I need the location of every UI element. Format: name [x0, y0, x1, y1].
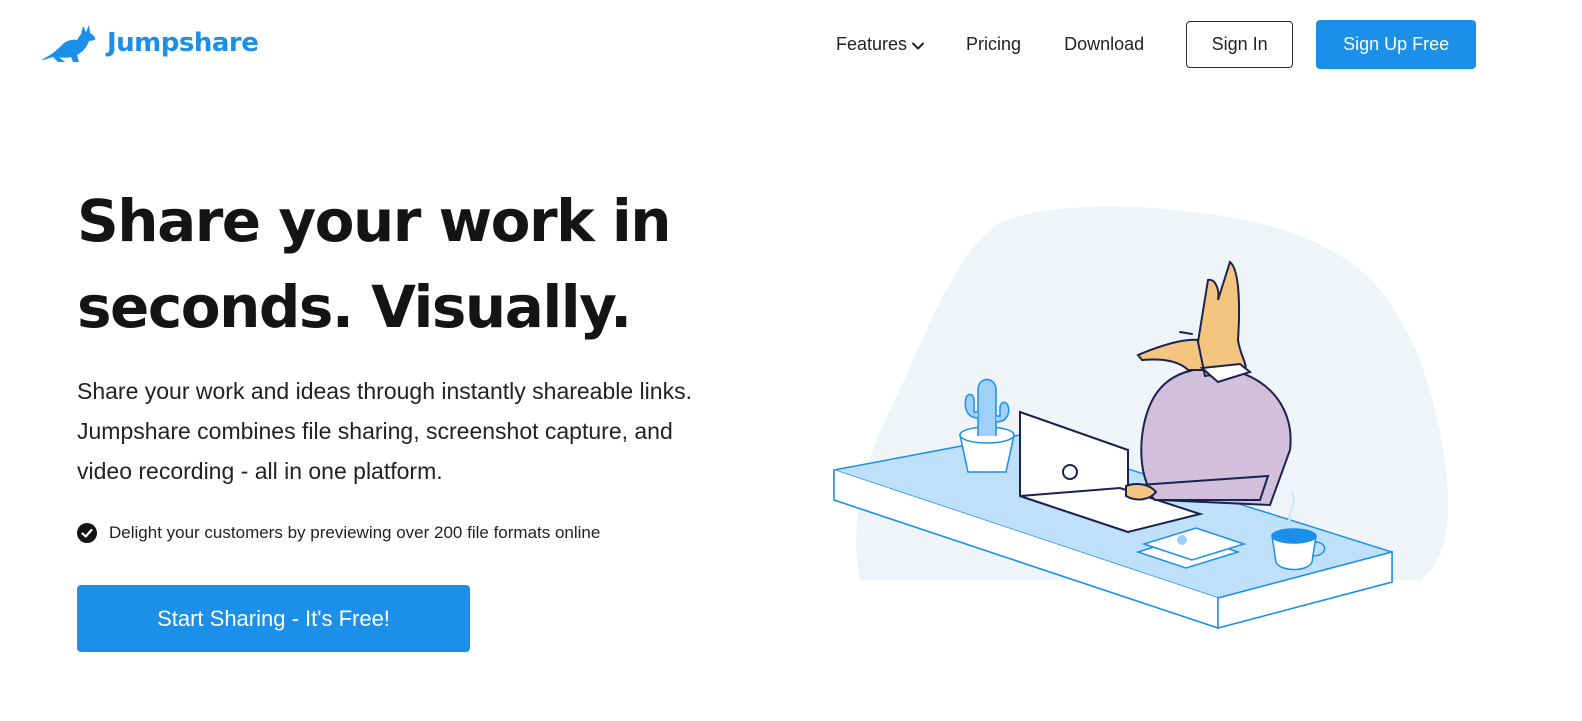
sign-in-button[interactable]: Sign In — [1186, 21, 1294, 68]
brand-name: Jumpshare — [107, 28, 259, 58]
hero-title-line-1: Share your work in — [77, 187, 672, 255]
check-circle-icon — [77, 523, 97, 543]
hero-illustration — [833, 206, 1449, 630]
start-sharing-button[interactable]: Start Sharing - It's Free! — [77, 585, 470, 652]
hero-description-line-1: Share your work and ideas through instan… — [77, 378, 692, 404]
hero-title-line-2: seconds. Visually. — [77, 273, 632, 341]
nav-download[interactable]: Download — [1064, 34, 1144, 55]
nav-pricing[interactable]: Pricing — [966, 34, 1021, 55]
nav-features-label: Features — [836, 34, 908, 54]
feature-bullet: Delight your customers by previewing ove… — [77, 523, 600, 543]
brand-logo[interactable]: Jumpshare — [39, 22, 259, 64]
main-nav: Features Pricing Download Sign In Sign U… — [836, 20, 1477, 69]
chevron-down-icon — [912, 42, 925, 50]
hero-description-line-2: Jumpshare combines file sharing, screens… — [77, 418, 673, 444]
hero-description: Share your work and ideas through instan… — [77, 371, 767, 491]
hero-description-line-3: video recording - all in one platform. — [77, 458, 443, 484]
kangaroo-icon — [41, 25, 96, 62]
sign-up-button[interactable]: Sign Up Free — [1316, 20, 1477, 69]
hero-title: Share your work in seconds. Visually. — [77, 178, 757, 350]
feature-bullet-text: Delight your customers by previewing ove… — [109, 523, 601, 542]
nav-features[interactable]: Features — [836, 34, 925, 55]
landing-page: Jumpshare Features Pricing Download Sign… — [0, 0, 1582, 721]
